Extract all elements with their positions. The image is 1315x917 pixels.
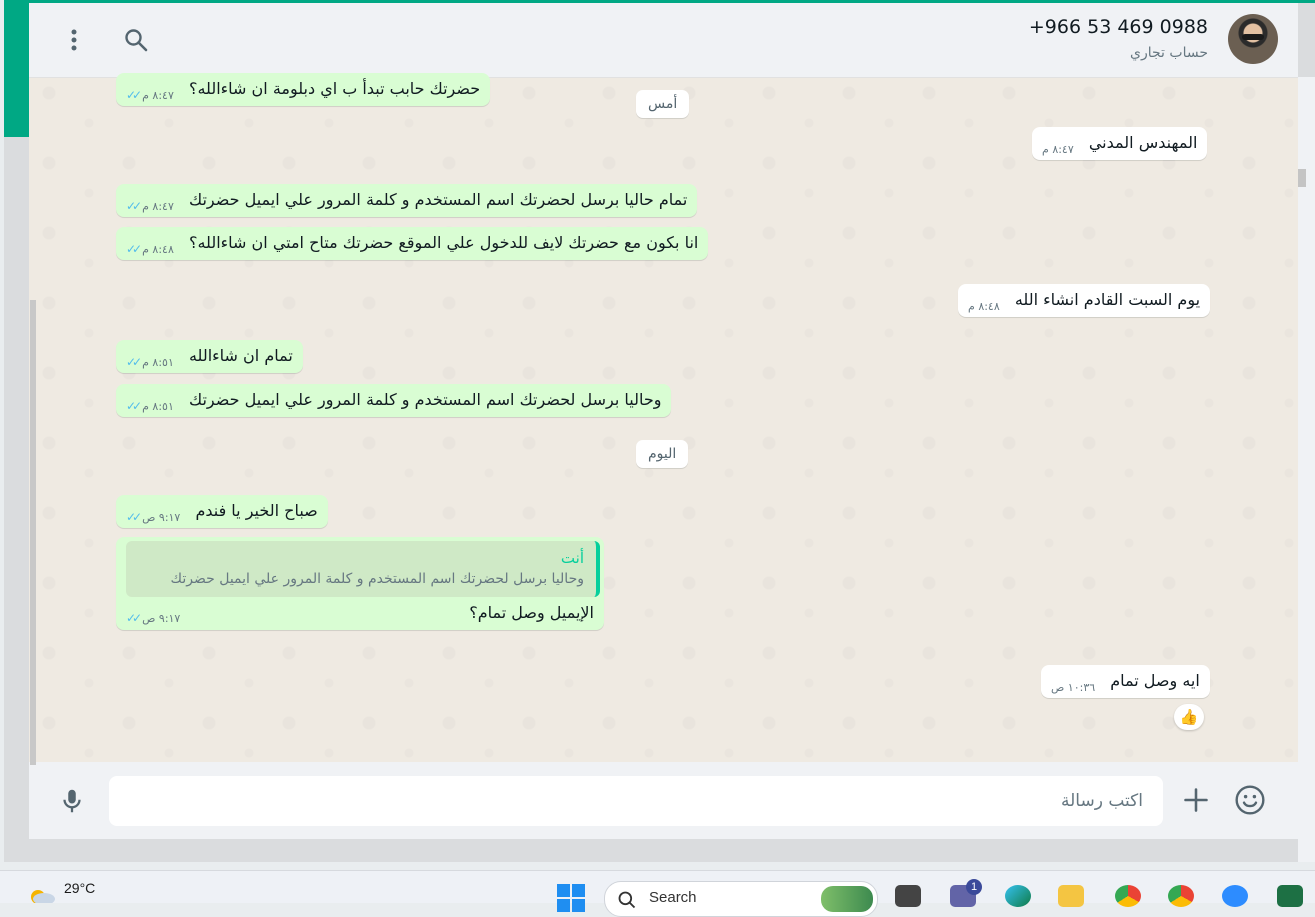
message-time: ٩:١٧ ص — [142, 510, 181, 524]
double-check-icon: ✓✓ — [126, 510, 142, 524]
message-meta: ٨:٥١ م ✓✓ — [126, 399, 174, 413]
plus-icon[interactable] — [1182, 786, 1210, 818]
chrome-profile-icon[interactable] — [1168, 885, 1194, 907]
chrome-icon[interactable] — [1115, 885, 1141, 907]
temperature-label[interactable]: 29°C — [64, 880, 95, 896]
message-text: حضرتك حابب تبدأ ب اي دبلومة ان شاءالله؟ — [188, 79, 481, 98]
quote-author: أنت — [560, 549, 584, 567]
message-text: ايه وصل تمام — [1110, 671, 1200, 690]
reaction-badge[interactable]: 👍 — [1174, 704, 1204, 730]
message-text: وحاليا برسل لحضرتك اسم المستخدم و كلمة ا… — [188, 390, 662, 409]
edge-icon[interactable] — [1005, 885, 1031, 907]
message-bubble[interactable]: تمام ان شاءالله ٨:٥١ م ✓✓ — [116, 340, 303, 373]
date-chip-today: اليوم — [636, 440, 689, 468]
message-meta: ٩:١٧ ص ✓✓ — [126, 510, 180, 524]
chat-window: +966 53 469 0988 حساب تجاري حضرتك حابب ت… — [29, 3, 1298, 839]
message-text: صباح الخير يا فندم — [195, 501, 318, 520]
message-meta: ١٠:٣٦ ص — [1051, 681, 1095, 694]
weather-icon[interactable] — [26, 885, 56, 905]
contact-name[interactable]: +966 53 469 0988 — [1029, 16, 1208, 38]
excel-icon[interactable] — [1277, 885, 1303, 907]
message-time: ٨:٤٨ م — [968, 300, 1000, 313]
composer-bar — [29, 762, 1298, 839]
double-check-icon: ✓✓ — [126, 355, 142, 369]
message-bubble[interactable]: تمام حاليا برسل لحضرتك اسم المستخدم و كل… — [116, 184, 698, 217]
app-header-accent — [4, 0, 29, 137]
windows-start-icon[interactable] — [557, 884, 585, 912]
zoom-icon[interactable] — [1222, 885, 1248, 907]
message-meta: ٨:٤٨ م ✓✓ — [126, 242, 174, 256]
message-time: ٨:٤٧ م — [1042, 143, 1074, 156]
message-meta: ٩:١٧ ص ✓✓ — [126, 611, 180, 625]
message-text: انا بكون مع حضرتك لايف للدخول علي الموقع… — [188, 233, 699, 252]
message-meta: ٨:٤٨ م — [968, 300, 1000, 313]
message-time: ٨:٤٧ م — [142, 88, 174, 102]
message-input[interactable] — [109, 776, 1163, 826]
task-view-icon[interactable] — [895, 885, 921, 907]
message-text: المهندس المدني — [1088, 133, 1198, 152]
message-input-container[interactable] — [109, 776, 1163, 826]
message-time: ٩:١٧ ص — [142, 611, 181, 625]
message-time: ٨:٤٧ م — [142, 199, 174, 213]
message-time: ٨:٥١ م — [142, 399, 174, 413]
message-time: ٨:٥١ م — [142, 355, 174, 369]
message-bubble[interactable]: حضرتك حابب تبدأ ب اي دبلومة ان شاءالله؟ … — [116, 73, 491, 106]
double-check-icon: ✓✓ — [126, 611, 142, 625]
double-check-icon: ✓✓ — [126, 199, 142, 213]
double-check-icon: ✓✓ — [126, 88, 142, 102]
sidebar-edge — [4, 137, 29, 862]
message-bubble[interactable]: يوم السبت القادم انشاء الله ٨:٤٨ م — [958, 284, 1211, 317]
message-text: تمام ان شاءالله — [188, 346, 293, 365]
right-scroll-strip[interactable] — [1298, 77, 1315, 862]
search-icon — [617, 890, 637, 914]
os-taskbar: 29°C Search 1 — [0, 870, 1315, 917]
message-bubble[interactable]: صباح الخير يا فندم ٩:١٧ ص ✓✓ — [116, 495, 328, 528]
message-meta: ٨:٤٧ م ✓✓ — [126, 88, 174, 102]
message-meta: ٨:٥١ م ✓✓ — [126, 355, 174, 369]
message-bubble[interactable]: وحاليا برسل لحضرتك اسم المستخدم و كلمة ا… — [116, 384, 672, 417]
date-chip-yesterday: أمس — [636, 90, 690, 118]
contact-subtitle: حساب تجاري — [1130, 45, 1208, 61]
mic-icon[interactable] — [57, 786, 87, 820]
message-bubble[interactable]: ايه وصل تمام ١٠:٣٦ ص — [1041, 665, 1210, 698]
message-text: الإيميل وصل تمام؟ — [469, 603, 594, 622]
menu-icon[interactable] — [59, 25, 89, 55]
file-explorer-icon[interactable] — [1058, 885, 1084, 907]
notification-badge: 1 — [966, 879, 982, 895]
quoted-message[interactable]: أنت وحاليا برسل لحضرتك اسم المستخدم و كل… — [126, 541, 600, 597]
quote-text: وحاليا برسل لحضرتك اسم المستخدم و كلمة ا… — [170, 571, 584, 587]
taskbar-search[interactable]: Search — [604, 881, 878, 917]
message-bubble[interactable]: المهندس المدني ٨:٤٧ م — [1032, 127, 1208, 160]
avatar[interactable] — [1228, 14, 1278, 64]
search-highlight-icon — [821, 886, 873, 912]
message-meta: ٨:٤٧ م ✓✓ — [126, 199, 174, 213]
scrollbar-thumb[interactable] — [1298, 169, 1306, 187]
search-icon[interactable] — [121, 25, 151, 55]
left-scroll-track — [30, 300, 36, 765]
message-time: ٨:٤٨ م — [142, 242, 174, 256]
taskbar-search-label: Search — [649, 889, 697, 906]
message-meta: ٨:٤٧ م — [1042, 143, 1074, 156]
reply-message-bubble[interactable]: أنت وحاليا برسل لحضرتك اسم المستخدم و كل… — [116, 537, 604, 630]
double-check-icon: ✓✓ — [126, 399, 142, 413]
double-check-icon: ✓✓ — [126, 242, 142, 256]
message-time: ١٠:٣٦ ص — [1051, 681, 1096, 694]
message-text: تمام حاليا برسل لحضرتك اسم المستخدم و كل… — [188, 190, 688, 209]
chat-header[interactable]: +966 53 469 0988 حساب تجاري — [29, 3, 1298, 78]
thumbs-up-icon: 👍 — [1179, 708, 1199, 726]
emoji-icon[interactable] — [1234, 784, 1266, 820]
message-bubble[interactable]: انا بكون مع حضرتك لايف للدخول علي الموقع… — [116, 227, 709, 260]
message-text: يوم السبت القادم انشاء الله — [1014, 290, 1201, 309]
